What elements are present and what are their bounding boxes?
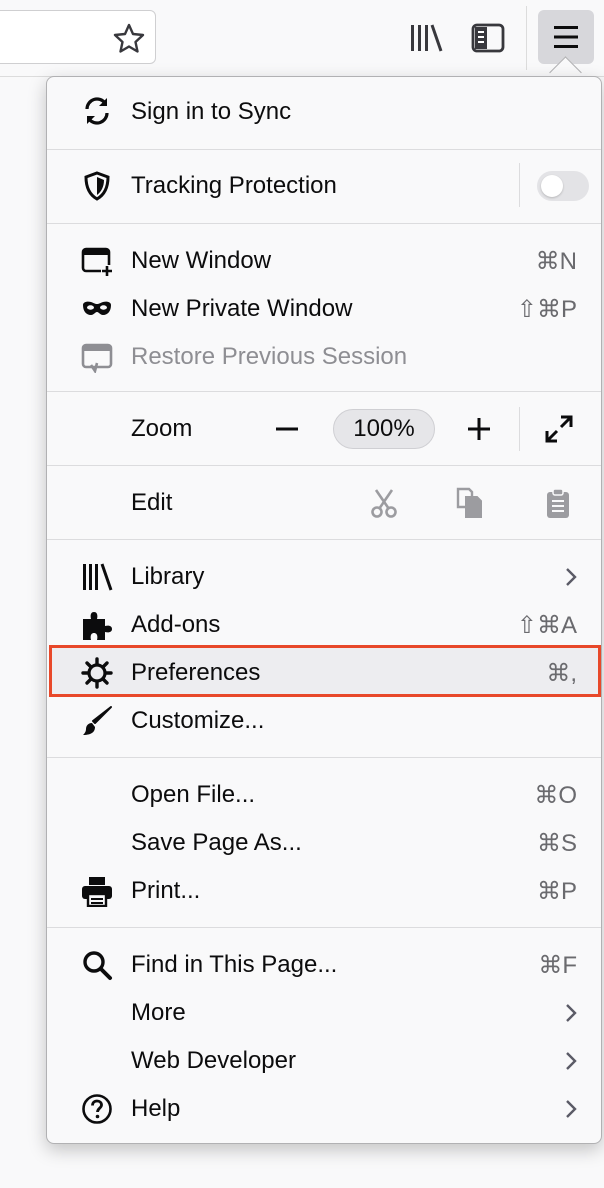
menu-item-preferences[interactable]: Preferences ⌘,	[47, 649, 601, 697]
save-page-shortcut: ⌘S	[536, 830, 577, 857]
sync-label: Sign in to Sync	[131, 98, 292, 125]
open-file-shortcut: ⌘O	[534, 782, 577, 809]
paste-button[interactable]	[543, 487, 573, 519]
menu-item-help[interactable]: Help	[47, 1085, 601, 1133]
menu-item-save-page[interactable]: Save Page As... ⌘S	[47, 819, 601, 867]
shield-icon	[81, 170, 113, 202]
web-developer-label: Web Developer	[131, 1047, 296, 1074]
scissors-icon	[371, 489, 397, 518]
paintbrush-icon	[81, 705, 113, 737]
chevron-right-icon	[563, 565, 579, 589]
menu-item-library[interactable]: Library	[47, 553, 601, 601]
menu-item-sync[interactable]: Sign in to Sync	[47, 77, 601, 149]
menu-item-web-developer[interactable]: Web Developer	[47, 1037, 601, 1085]
copy-icon	[456, 487, 482, 518]
edit-label: Edit	[131, 489, 173, 516]
more-label: More	[131, 999, 186, 1026]
cut-button[interactable]	[369, 487, 399, 519]
preferences-label: Preferences	[131, 659, 261, 686]
menu-item-edit: Edit	[47, 466, 601, 538]
find-label: Find in This Page...	[131, 951, 338, 978]
app-menu-panel: Sign in to Sync Tracking Protection New …	[46, 76, 602, 1144]
sync-icon	[81, 95, 113, 127]
tracking-protection-toggle[interactable]	[537, 171, 589, 201]
chevron-right-icon	[563, 1097, 579, 1121]
vertical-separator	[519, 163, 520, 207]
gear-icon	[81, 657, 113, 689]
divider	[47, 757, 601, 758]
divider	[47, 539, 601, 540]
help-label: Help	[131, 1095, 181, 1122]
customize-label: Customize...	[131, 707, 265, 734]
menu-item-zoom: Zoom	[47, 392, 601, 464]
restore-session-label: Restore Previous Session	[131, 343, 408, 370]
preferences-shortcut: ⌘,	[546, 660, 577, 687]
library-label: Library	[131, 563, 205, 590]
clipboard-icon	[547, 488, 569, 518]
zoom-in-button[interactable]	[463, 411, 495, 447]
zoom-label: Zoom	[131, 415, 193, 442]
menu-item-open-file[interactable]: Open File... ⌘O	[47, 771, 601, 819]
new-private-window-label: New Private Window	[131, 295, 353, 322]
divider	[47, 927, 601, 928]
chevron-right-icon	[563, 1049, 579, 1073]
new-window-shortcut: ⌘N	[535, 248, 577, 275]
menu-item-restore-session: Restore Previous Session	[47, 333, 601, 381]
divider	[47, 223, 601, 224]
menu-item-tracking-protection[interactable]: Tracking Protection	[47, 150, 601, 222]
tracking-protection-label: Tracking Protection	[131, 172, 337, 199]
new-window-label: New Window	[131, 247, 272, 274]
addons-label: Add-ons	[131, 611, 221, 638]
library-icon[interactable]	[408, 20, 444, 56]
search-icon	[81, 949, 113, 981]
sidebar-icon[interactable]	[470, 20, 506, 56]
new-private-window-shortcut: ⇧⌘P	[516, 296, 577, 323]
menu-item-customize[interactable]: Customize...	[47, 697, 601, 745]
toolbar-separator	[526, 6, 527, 70]
menu-item-new-private-window[interactable]: New Private Window ⇧⌘P	[47, 285, 601, 333]
menu-item-new-window[interactable]: New Window ⌘N	[47, 237, 601, 285]
find-shortcut: ⌘F	[538, 952, 577, 979]
menu-item-addons[interactable]: Add-ons ⇧⌘A	[47, 601, 601, 649]
url-bar[interactable]	[0, 10, 156, 64]
addons-shortcut: ⇧⌘A	[516, 612, 577, 639]
menu-item-print[interactable]: Print... ⌘P	[47, 867, 601, 915]
star-icon[interactable]	[113, 23, 145, 53]
browser-toolbar	[0, 0, 604, 77]
fullscreen-icon	[545, 415, 573, 443]
zoom-out-button[interactable]	[271, 411, 303, 447]
restore-session-icon	[81, 341, 113, 373]
vertical-separator	[519, 407, 520, 451]
menu-item-more[interactable]: More	[47, 989, 601, 1037]
private-browsing-mask-icon	[81, 293, 113, 325]
fullscreen-button[interactable]	[543, 413, 575, 445]
puzzle-piece-icon	[81, 609, 113, 641]
plus-icon	[468, 418, 490, 440]
new-window-icon	[81, 245, 113, 277]
minus-icon	[276, 427, 298, 431]
copy-button[interactable]	[455, 487, 485, 519]
library-icon	[81, 561, 113, 593]
help-icon	[81, 1093, 113, 1125]
print-shortcut: ⌘P	[536, 878, 577, 905]
print-label: Print...	[131, 877, 201, 904]
open-file-label: Open File...	[131, 781, 256, 808]
menu-item-find[interactable]: Find in This Page... ⌘F	[47, 941, 601, 989]
chevron-right-icon	[563, 1001, 579, 1025]
zoom-reset-button[interactable]: 100%	[333, 409, 435, 449]
save-page-label: Save Page As...	[131, 829, 302, 856]
printer-icon	[81, 875, 113, 907]
